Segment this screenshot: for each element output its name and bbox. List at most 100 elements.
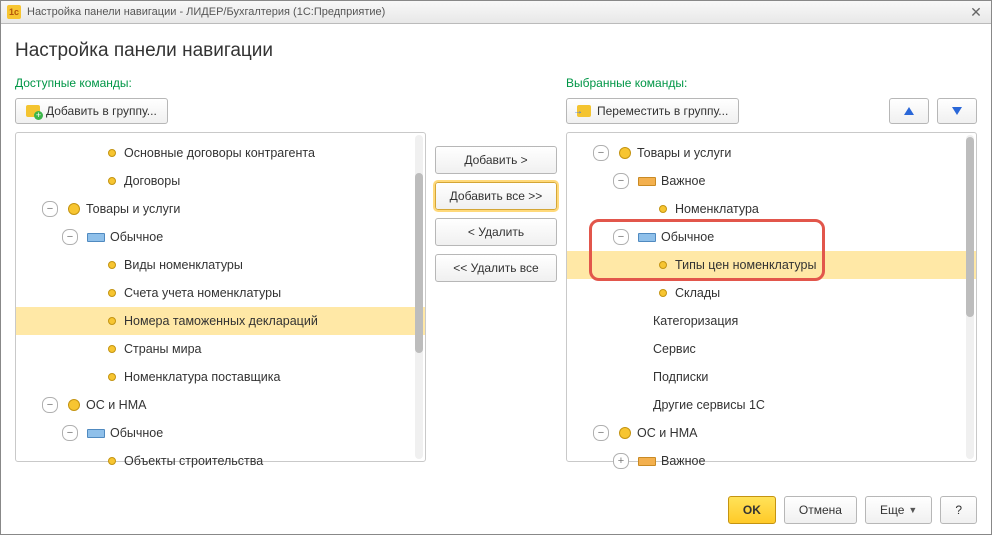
- move-to-group-button[interactable]: Переместить в группу...: [566, 98, 739, 124]
- add-to-group-button[interactable]: Добавить в группу...: [15, 98, 168, 124]
- collapse-icon[interactable]: −: [42, 201, 58, 217]
- tree-item-label: Обычное: [110, 426, 163, 440]
- tree-item-label: Договоры: [124, 174, 180, 188]
- collapse-icon[interactable]: −: [62, 229, 78, 245]
- group-bar-blue-icon: [87, 429, 105, 438]
- available-label: Доступные команды:: [15, 76, 426, 90]
- item-dot-icon: [108, 317, 116, 325]
- tree-item[interactable]: − Обычное: [16, 419, 425, 447]
- chevron-down-icon: ▼: [908, 505, 917, 515]
- more-button[interactable]: Еще▼: [865, 496, 932, 524]
- collapse-icon[interactable]: −: [613, 229, 629, 245]
- available-tree[interactable]: Основные договоры контрагентаДоговоры−То…: [15, 132, 426, 462]
- tree-item-label: ОС и НМА: [637, 426, 697, 440]
- tree-item[interactable]: −Обычное: [16, 223, 425, 251]
- tree-item[interactable]: − Обычное: [567, 223, 976, 251]
- tree-item[interactable]: Основные договоры контрагента: [16, 139, 425, 167]
- move-down-button[interactable]: [937, 98, 977, 124]
- tree-item[interactable]: Склады: [567, 279, 976, 307]
- move-up-button[interactable]: [889, 98, 929, 124]
- tree-item-label: Товары и услуги: [86, 202, 180, 216]
- tree-item-label: Страны мира: [124, 342, 202, 356]
- collapse-icon[interactable]: −: [593, 145, 609, 161]
- tree-item[interactable]: − Товары и услуги: [16, 195, 425, 223]
- add-button[interactable]: Добавить >: [435, 146, 557, 174]
- page-title: Настройка панели навигации: [15, 40, 977, 62]
- tree-item[interactable]: Номера таможенных деклараций: [16, 307, 425, 335]
- item-dot-icon: [108, 289, 116, 297]
- dialog-footer: OK Отмена Еще▼ ?: [728, 496, 977, 524]
- left-scrollbar[interactable]: [415, 135, 423, 459]
- right-scrollbar[interactable]: [966, 135, 974, 459]
- group-bar-blue-icon: [638, 233, 656, 242]
- item-dot-icon: [108, 177, 116, 185]
- tree-item[interactable]: Другие сервисы 1С: [567, 391, 976, 419]
- tree-item[interactable]: −ОС и НМА: [16, 391, 425, 419]
- item-dot-icon: [659, 289, 667, 297]
- tree-item[interactable]: − ОС и НМА: [567, 419, 976, 447]
- tree-item-label: Склады: [675, 286, 720, 300]
- tree-item[interactable]: Счета учета номенклатуры: [16, 279, 425, 307]
- tree-item[interactable]: Договоры: [16, 167, 425, 195]
- tree-item-label: Обычное: [661, 230, 714, 244]
- item-dot-icon: [659, 205, 667, 213]
- move-to-group-label: Переместить в группу...: [597, 104, 728, 118]
- group-bar-orange-icon: [638, 177, 656, 186]
- tree-item-label: Основные договоры контрагента: [124, 146, 315, 160]
- tree-item-label: Объекты строительства: [124, 454, 263, 468]
- group-dot-icon: [619, 147, 631, 159]
- item-dot-icon: [108, 373, 116, 381]
- tree-item[interactable]: Сервис: [567, 335, 976, 363]
- folder-plus-icon: [26, 105, 40, 117]
- window-title: Настройка панели навигации - ЛИДЕР/Бухга…: [27, 6, 385, 18]
- remove-button[interactable]: < Удалить: [435, 218, 557, 246]
- tree-item[interactable]: Объекты строительства: [16, 447, 425, 475]
- group-bar-orange-icon: [638, 457, 656, 466]
- tree-item-label: Подписки: [653, 370, 708, 384]
- tree-item[interactable]: Виды номенклатуры: [16, 251, 425, 279]
- ok-button[interactable]: OK: [728, 496, 776, 524]
- tree-item-label: Другие сервисы 1С: [653, 398, 765, 412]
- tree-item-label: Товары и услуги: [637, 146, 731, 160]
- tree-item-label: Счета учета номенклатуры: [124, 286, 281, 300]
- window-close-button[interactable]: ✕: [967, 4, 985, 20]
- expand-icon[interactable]: +: [613, 453, 629, 469]
- tree-item[interactable]: −Важное: [567, 167, 976, 195]
- left-scroll-thumb[interactable]: [415, 173, 423, 353]
- tree-item-label: Номенклатура: [675, 202, 759, 216]
- tree-item-label: Категоризация: [653, 314, 738, 328]
- tree-item[interactable]: + Важное: [567, 447, 976, 475]
- tree-item-label: Типы цен номенклатуры: [675, 258, 816, 272]
- tree-item-label: Виды номенклатуры: [124, 258, 243, 272]
- cancel-button[interactable]: Отмена: [784, 496, 857, 524]
- remove-all-button[interactable]: << Удалить все: [435, 254, 557, 282]
- add-to-group-label: Добавить в группу...: [46, 104, 157, 118]
- tree-item[interactable]: Страны мира: [16, 335, 425, 363]
- tree-item[interactable]: − Товары и услуги: [567, 139, 976, 167]
- item-dot-icon: [659, 261, 667, 269]
- tree-item-label: Номера таможенных деклараций: [124, 314, 318, 328]
- titlebar: 1c Настройка панели навигации - ЛИДЕР/Бу…: [1, 1, 991, 24]
- right-scroll-thumb[interactable]: [966, 137, 974, 317]
- selected-tree[interactable]: −Товары и услуги−ВажноеНоменклатура−Обыч…: [566, 132, 977, 462]
- tree-item[interactable]: Типы цен номенклатуры: [567, 251, 976, 279]
- tree-item[interactable]: Номенклатура: [567, 195, 976, 223]
- group-dot-icon: [68, 399, 80, 411]
- dialog-window: 1c Настройка панели навигации - ЛИДЕР/Бу…: [0, 0, 992, 535]
- group-dot-icon: [619, 427, 631, 439]
- tree-item-label: Важное: [661, 454, 705, 468]
- help-button[interactable]: ?: [940, 496, 977, 524]
- tree-item[interactable]: Подписки: [567, 363, 976, 391]
- arrow-down-icon: [952, 107, 962, 115]
- group-dot-icon: [68, 203, 80, 215]
- collapse-icon[interactable]: −: [62, 425, 78, 441]
- item-dot-icon: [108, 261, 116, 269]
- tree-item[interactable]: Категоризация: [567, 307, 976, 335]
- collapse-icon[interactable]: −: [593, 425, 609, 441]
- collapse-icon[interactable]: −: [613, 173, 629, 189]
- tree-item[interactable]: Номенклатура поставщика: [16, 363, 425, 391]
- add-all-button[interactable]: Добавить все >>: [435, 182, 557, 210]
- arrow-up-icon: [904, 107, 914, 115]
- tree-item-label: Сервис: [653, 342, 696, 356]
- collapse-icon[interactable]: −: [42, 397, 58, 413]
